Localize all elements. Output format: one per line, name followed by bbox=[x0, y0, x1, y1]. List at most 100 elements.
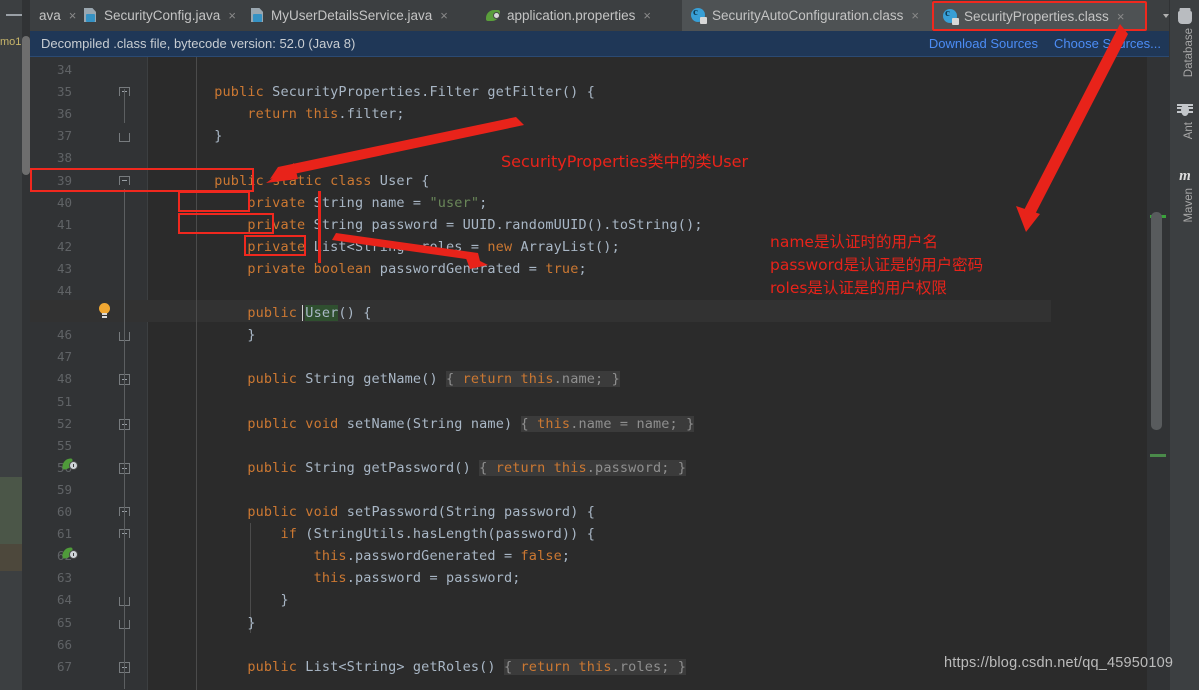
collapse-icon[interactable] bbox=[6, 14, 22, 16]
gutter-row: 61 bbox=[30, 523, 148, 545]
overriding-method-icon[interactable] bbox=[61, 547, 79, 561]
intention-bulb-icon[interactable] bbox=[98, 303, 111, 319]
left-scrollbar-thumb[interactable] bbox=[22, 36, 30, 175]
tab-myuserdetailsservice-java[interactable]: MyUserDetailsService.java × bbox=[241, 0, 477, 31]
editor-gutter[interactable]: 3435363738394041424344454647485152555659… bbox=[30, 57, 148, 690]
java-file-icon bbox=[250, 8, 265, 23]
line-number: 64 bbox=[56, 592, 72, 608]
gutter-row: 64 bbox=[30, 589, 148, 611]
tab-label: ava bbox=[39, 8, 61, 23]
code-line: } bbox=[148, 128, 223, 145]
gutter-row: 67 bbox=[30, 656, 148, 678]
line-number: 52 bbox=[56, 415, 72, 431]
gutter-row: 41 bbox=[30, 214, 148, 236]
properties-file-icon bbox=[486, 8, 501, 23]
text-caret bbox=[302, 305, 304, 322]
fold-guide-line bbox=[124, 89, 125, 123]
gutter-row: 51 bbox=[30, 391, 148, 413]
line-number: 59 bbox=[56, 481, 72, 497]
tab-label: application.properties bbox=[507, 8, 636, 23]
line-number: 63 bbox=[56, 570, 72, 586]
gutter-row: 66 bbox=[30, 634, 148, 656]
gutter-row: 46 bbox=[30, 324, 148, 346]
code-line: } bbox=[148, 327, 256, 344]
code-line: if (StringUtils.hasLength(password)) { bbox=[280, 526, 596, 543]
close-icon[interactable]: × bbox=[911, 8, 919, 23]
line-number: 41 bbox=[56, 216, 72, 232]
code-line: public void setName(String name) { this.… bbox=[247, 415, 695, 432]
line-number: 48 bbox=[56, 371, 72, 387]
tab-label: SecurityAutoConfiguration.class bbox=[712, 8, 904, 23]
line-number: 36 bbox=[56, 106, 72, 122]
annotation-arrow-to-class bbox=[266, 117, 524, 183]
annotation-arrow-to-tab bbox=[1016, 24, 1128, 232]
fold-toggle-icon[interactable] bbox=[119, 175, 130, 185]
left-strip-green-block bbox=[0, 477, 22, 544]
line-number: 46 bbox=[56, 327, 72, 343]
gutter-row: 43 bbox=[30, 258, 148, 280]
lock-badge-icon bbox=[952, 17, 959, 25]
tab-securityautoconfiguration-class[interactable]: SecurityAutoConfiguration.class × bbox=[682, 0, 932, 31]
code-line: this.password = password; bbox=[313, 570, 521, 587]
line-number: 55 bbox=[56, 437, 72, 453]
tab-application-properties[interactable]: application.properties × bbox=[477, 0, 682, 31]
class-file-icon bbox=[943, 7, 959, 25]
class-file-icon bbox=[691, 6, 707, 24]
tab-label: SecurityConfig.java bbox=[104, 8, 221, 23]
chevron-down-icon[interactable] bbox=[1162, 13, 1169, 18]
gutter-row: 37 bbox=[30, 125, 148, 147]
gutter-row: 60 bbox=[30, 501, 148, 523]
stripe-marker[interactable] bbox=[1150, 454, 1166, 457]
overriding-method-icon[interactable] bbox=[61, 458, 79, 472]
line-number: 44 bbox=[56, 283, 72, 298]
annotation-title: SecurityProperties类中的类User bbox=[501, 152, 749, 171]
annotation-note-password: password是认证是的用户密码 bbox=[770, 256, 984, 274]
line-number: 37 bbox=[56, 128, 72, 144]
line-number: 39 bbox=[56, 172, 72, 188]
code-line: public SecurityProperties.Filter getFilt… bbox=[214, 84, 596, 101]
line-number: 51 bbox=[56, 393, 72, 409]
code-line: public User() { bbox=[247, 305, 372, 322]
annotation-note-name: name是认证时的用户名 bbox=[770, 233, 938, 251]
code-line: } bbox=[148, 614, 256, 631]
fold-guide-line bbox=[124, 189, 125, 689]
line-number: 65 bbox=[56, 614, 72, 630]
gutter-row: 55 bbox=[30, 435, 148, 457]
gutter-row: 36 bbox=[30, 103, 148, 125]
gutter-row: 52 bbox=[30, 413, 148, 435]
close-icon[interactable]: × bbox=[440, 8, 448, 23]
watermark-text: https://blog.csdn.net/qq_45950109 bbox=[944, 655, 1174, 671]
left-strip-brown-block bbox=[0, 544, 22, 571]
annotation-note-roles: roles是认证是的用户权限 bbox=[770, 279, 947, 297]
gutter-row: 44 bbox=[30, 280, 148, 302]
gutter-row: 56 bbox=[30, 457, 148, 479]
gutter-row: 63 bbox=[30, 567, 148, 589]
tab-securityconfig-java[interactable]: SecurityConfig.java × bbox=[74, 0, 241, 31]
tab-label: MyUserDetailsService.java bbox=[271, 8, 433, 23]
line-number: 34 bbox=[56, 62, 72, 77]
close-icon[interactable]: × bbox=[643, 8, 651, 23]
gutter-row: 59 bbox=[30, 479, 148, 501]
line-number: 60 bbox=[56, 504, 72, 519]
line-number: 38 bbox=[56, 150, 72, 166]
code-line: public String getPassword() { return thi… bbox=[247, 459, 687, 476]
gutter-row: 34 bbox=[30, 59, 148, 81]
line-number: 42 bbox=[56, 238, 72, 254]
gutter-row: 62 bbox=[30, 545, 148, 567]
gutter-row: 47 bbox=[30, 346, 148, 368]
annotation-arrow-to-fields bbox=[332, 233, 488, 269]
code-line: } bbox=[148, 592, 289, 609]
close-icon[interactable]: × bbox=[228, 8, 236, 23]
gutter-row: 39 bbox=[30, 170, 148, 192]
line-number: 35 bbox=[56, 84, 72, 100]
annotation-vertical-bar bbox=[318, 191, 321, 263]
code-line: public List<String> getRoles() { return … bbox=[247, 658, 687, 675]
decompiled-notice-text: Decompiled .class file, bytecode version… bbox=[41, 36, 356, 51]
left-panel-label: mo1 bbox=[0, 36, 22, 48]
gutter-row: 40 bbox=[30, 192, 148, 214]
code-line: public String getName() { return this.na… bbox=[247, 371, 620, 388]
fold-toggle-icon[interactable] bbox=[119, 133, 130, 143]
line-number: 47 bbox=[56, 349, 72, 365]
decompiled-notification-bar: Decompiled .class file, bytecode version… bbox=[30, 31, 1169, 57]
line-number: 43 bbox=[56, 260, 72, 276]
